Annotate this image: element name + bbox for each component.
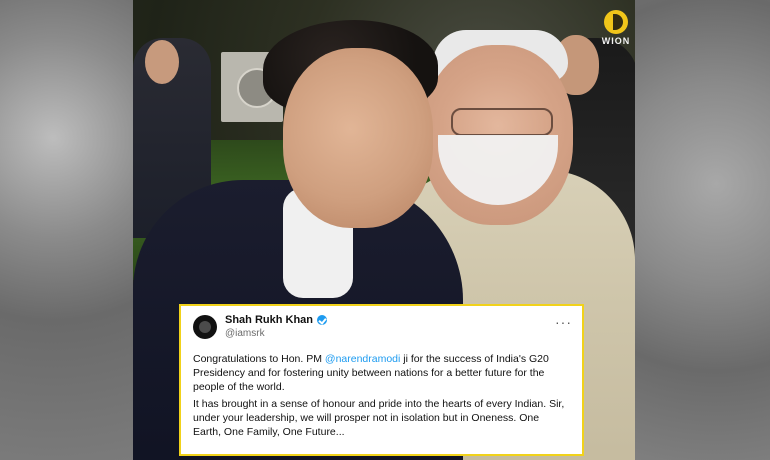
wion-logo-icon — [604, 10, 628, 34]
tweet-text: Congratulations to Hon. PM @narendramodi… — [193, 352, 570, 439]
left-blur-panel — [0, 0, 133, 460]
author-block: Shah Rukh Khan @iamsrk — [225, 314, 328, 339]
wion-logo: WION — [595, 10, 637, 56]
tweet-header: Shah Rukh Khan @iamsrk — [193, 314, 328, 339]
author-handle[interactable]: @iamsrk — [225, 328, 327, 339]
background-person-left-head — [145, 40, 179, 84]
wion-logo-text: WION — [601, 36, 631, 46]
verified-icon — [317, 315, 328, 325]
tweet-text-part1: Congratulations to Hon. PM — [193, 353, 325, 365]
right-blur-panel — [635, 0, 770, 460]
author-name[interactable]: Shah Rukh Khan — [225, 314, 313, 326]
tweet-paragraph-2: It has brought in a sense of honour and … — [193, 398, 565, 438]
glasses — [451, 108, 553, 136]
author-name-row: Shah Rukh Khan — [225, 314, 328, 326]
man-left-head — [283, 48, 433, 228]
more-options-icon[interactable]: ··· — [555, 314, 572, 330]
avatar-icon[interactable] — [193, 314, 217, 339]
mention-link[interactable]: @narendramodi — [325, 353, 400, 365]
tweet-card: Shah Rukh Khan @iamsrk ··· Congratulatio… — [179, 304, 584, 456]
